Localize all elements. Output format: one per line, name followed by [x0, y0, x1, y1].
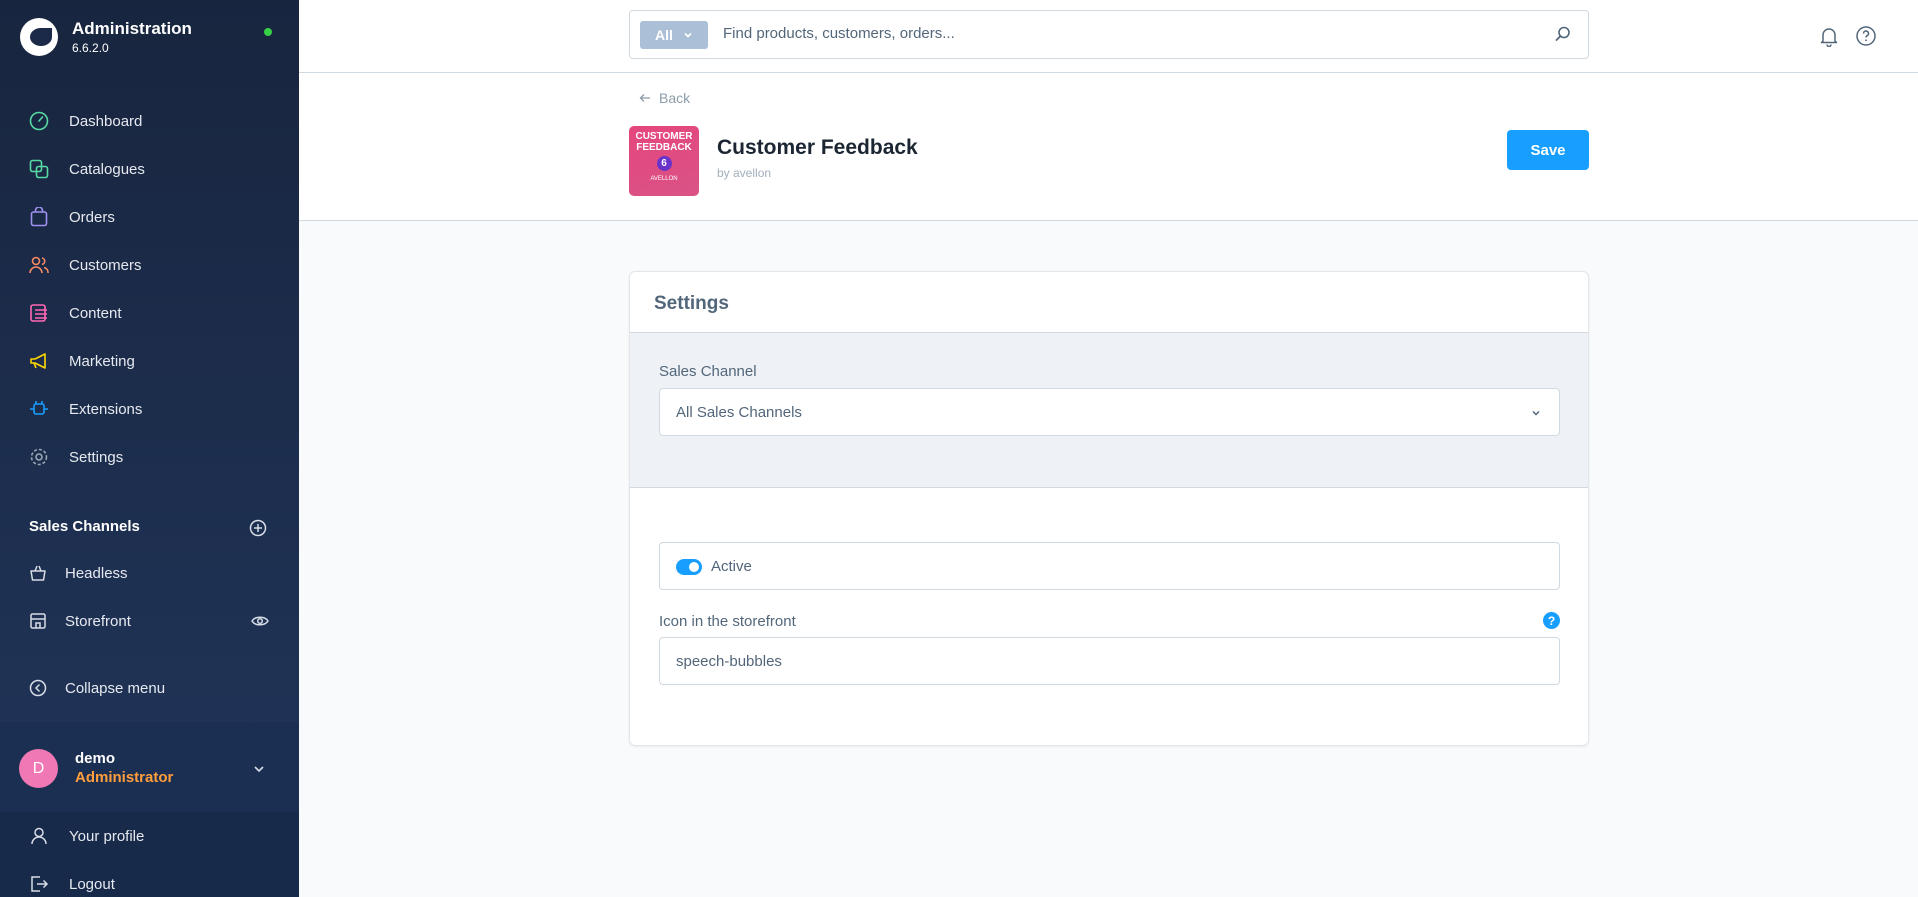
collapse-menu-button[interactable]: Collapse menu [29, 679, 165, 697]
settings-card: Settings Sales Channel All Sales Channel… [629, 271, 1589, 746]
global-search: All [629, 10, 1589, 59]
nav-label: Orders [69, 208, 115, 226]
online-status-dot [264, 28, 272, 36]
nav-label: Customers [69, 256, 142, 274]
arrow-left-icon [639, 90, 651, 106]
logout-icon [29, 874, 49, 894]
chevron-down-icon [1529, 406, 1543, 420]
active-label: Active [711, 558, 752, 575]
sales-channel-value: All Sales Channels [676, 404, 802, 421]
brand-version: 6.6.2.0 [72, 41, 109, 55]
your-profile-link[interactable]: Your profile [0, 812, 299, 860]
help-icon[interactable] [1855, 25, 1877, 47]
top-bar: All [299, 0, 1918, 73]
storefront-icon [29, 612, 47, 630]
nav-item-dashboard[interactable]: Dashboard [0, 97, 299, 145]
main-nav: Dashboard Catalogues Orders Customers Co… [0, 97, 299, 481]
active-toggle[interactable] [676, 559, 702, 575]
logout-label: Logout [69, 875, 115, 893]
collapse-label: Collapse menu [65, 679, 166, 697]
help-tooltip-icon[interactable]: ? [1543, 612, 1560, 629]
brand[interactable]: Administration 6.6.2.0 [20, 18, 192, 56]
app-logo: CUSTOMER FEEDBACK 6 AVELLON [629, 126, 699, 196]
user-links: Your profile Logout [0, 812, 299, 897]
user-role: Administrator [75, 769, 174, 786]
customers-icon [28, 254, 50, 276]
app-logo-line3: AVELLON [650, 176, 678, 182]
sales-channel-label: Sales Channel [659, 363, 757, 380]
page-header: Back CUSTOMER FEEDBACK 6 AVELLON Custome… [299, 73, 1918, 221]
content-icon [28, 302, 50, 324]
dashboard-icon [28, 110, 50, 132]
app-logo-line1: CUSTOMER [635, 131, 693, 142]
basket-icon [29, 564, 47, 582]
nav-item-orders[interactable]: Orders [0, 193, 299, 241]
eye-icon[interactable] [251, 612, 269, 630]
catalogue-icon [28, 158, 50, 180]
sales-channel-label: Storefront [65, 612, 131, 630]
save-button[interactable]: Save [1507, 130, 1589, 170]
back-link[interactable]: Back [639, 90, 690, 106]
sales-channel-headless[interactable]: Headless [0, 551, 299, 595]
active-switch-field: Active [659, 542, 1560, 590]
brand-title: Administration [72, 19, 192, 38]
bell-icon[interactable] [1818, 25, 1840, 48]
nav-item-extensions[interactable]: Extensions [0, 385, 299, 433]
extensions-icon [28, 398, 50, 420]
page-title: Customer Feedback [717, 136, 918, 159]
card-title: Settings [654, 293, 729, 314]
app-logo-badge: 6 [656, 156, 672, 171]
nav-item-settings[interactable]: Settings [0, 433, 299, 481]
app-logo-line2: FEEDBACK [636, 142, 692, 153]
icon-field-label: Icon in the storefront [659, 613, 796, 630]
nav-item-marketing[interactable]: Marketing [0, 337, 299, 385]
sidebar: Administration 6.6.2.0 Dashboard Catalog… [0, 0, 299, 897]
marketing-icon [28, 350, 50, 372]
settings-icon [28, 446, 50, 468]
collapse-icon [29, 679, 47, 697]
user-menu[interactable]: D demo Administrator [0, 722, 299, 812]
sales-channel-label: Headless [65, 564, 128, 582]
search-type-label: All [655, 27, 673, 43]
avatar: D [19, 749, 58, 788]
user-icon [29, 826, 49, 846]
nav-label: Content [69, 304, 122, 322]
search-input[interactable] [723, 25, 1523, 42]
shopware-logo-icon [20, 18, 58, 56]
sales-channel-section: Sales Channel All Sales Channels [630, 333, 1588, 488]
chevron-down-icon [684, 32, 692, 38]
nav-item-customers[interactable]: Customers [0, 241, 299, 289]
add-sales-channel-icon[interactable] [249, 519, 267, 537]
sales-channels-title: Sales Channels [29, 518, 140, 535]
nav-label: Catalogues [69, 160, 145, 178]
user-name: demo [75, 750, 116, 767]
back-label: Back [659, 90, 691, 106]
nav-item-catalogues[interactable]: Catalogues [0, 145, 299, 193]
search-type-dropdown[interactable]: All [640, 21, 708, 49]
nav-label: Dashboard [69, 112, 143, 130]
sales-channel-select[interactable]: All Sales Channels [659, 388, 1560, 436]
nav-label: Marketing [69, 352, 135, 370]
chevron-down-icon[interactable] [252, 762, 266, 776]
logout-link[interactable]: Logout [0, 860, 299, 897]
brand-text: Administration 6.6.2.0 [72, 19, 192, 55]
nav-label: Settings [69, 448, 124, 466]
orders-icon [28, 206, 50, 228]
nav-label: Extensions [69, 400, 143, 418]
sales-channel-storefront[interactable]: Storefront [0, 599, 299, 643]
nav-item-content[interactable]: Content [0, 289, 299, 337]
search-icon[interactable] [1554, 25, 1572, 43]
your-profile-label: Your profile [69, 827, 145, 845]
app-author: by avellon [717, 166, 772, 180]
icon-input[interactable] [659, 637, 1560, 685]
